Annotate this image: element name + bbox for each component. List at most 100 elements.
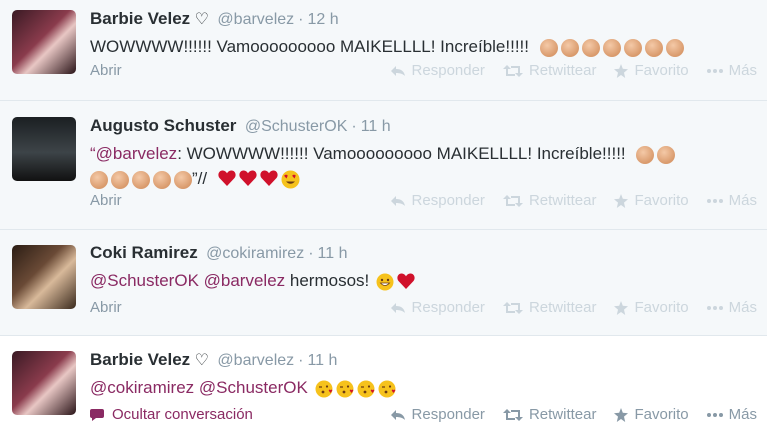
clapping-hands-emoji [657,145,676,164]
avatar[interactable] [12,117,76,181]
heart-symbol: ♡ [194,11,209,28]
username[interactable]: @barvelez [217,352,294,369]
avatar[interactable] [12,10,76,74]
tweet-2[interactable]: Augusto Schuster @SchusterOK · 11 h “@barv… [0,101,767,230]
more-label: Más [728,299,757,316]
favorite-label: Favorito [634,62,689,79]
reply-label: Responder [411,62,485,79]
kiss-face-emoji [336,380,354,398]
tweet-4[interactable]: Barbie Velez ♡ @barvelez · 11 h @cokiramir… [0,336,767,431]
more-dots-icon [706,68,723,73]
retweet-icon [502,64,523,77]
mention-link[interactable]: @SchusterOK [199,378,308,397]
tweet-1[interactable]: Barbie Velez ♡ @barvelez · 12 h WOWWWW!!!!… [0,0,767,101]
more-button[interactable]: Más [706,62,757,79]
more-label: Más [728,406,757,423]
more-label: Más [728,62,757,79]
avatar[interactable] [12,245,76,309]
reply-icon [390,65,405,76]
star-icon [614,63,629,78]
timestamp[interactable]: 12 h [307,11,338,28]
fullname[interactable]: Barbie Velez [90,350,190,369]
more-button[interactable]: Más [706,299,757,316]
retweet-button[interactable]: Retwittear [502,406,596,423]
reply-label: Responder [411,299,485,316]
reply-label: Responder [411,192,485,209]
expand-link[interactable]: Abrir [90,299,122,316]
retweet-label: Retwittear [528,62,597,79]
avatar[interactable] [12,351,76,415]
red-heart-emoji [218,170,236,187]
mention-link[interactable]: @SchusterOK [90,271,199,290]
tweet-3[interactable]: Coki Ramirez @cokiramirez · 11 h @Schuster… [0,230,767,336]
favorite-button[interactable]: Favorito [614,299,689,316]
clapping-hands-emoji [602,38,621,57]
favorite-button[interactable]: Favorito [614,406,689,423]
reply-button[interactable]: Responder [390,406,485,423]
timestamp[interactable]: 11 h [318,245,348,262]
timeline: Barbie Velez ♡ @barvelez · 12 h WOWWWW!!!!… [0,0,767,431]
hide-conversation-link[interactable]: Ocultar conversación [90,406,253,423]
favorite-button[interactable]: Favorito [614,62,689,79]
more-button[interactable]: Más [706,192,757,209]
clapping-hands-emoji [111,170,129,189]
mention-link[interactable]: @barvelez [96,144,178,163]
tweet-text: “@barvelez: WOWWWW!!!!!! Vamooooooooo MA… [90,141,757,166]
star-icon [614,193,629,208]
retweet-button[interactable]: Retwittear [502,192,597,209]
fullname[interactable]: Augusto Schuster [90,116,236,135]
retweet-button[interactable]: Retwittear [502,62,597,79]
red-heart-emoji [239,170,257,187]
emoji-row [90,170,192,189]
tweet-header: Coki Ramirez @cokiramirez · 11 h [90,242,757,264]
username[interactable]: @barvelez [217,11,294,28]
tweet-text: WOWWWW!!!!!! Vamooooooooo MAIKELLLL! Inc… [90,34,757,59]
tweet-text-body: hermosos! [285,271,370,290]
reply-button[interactable]: Responder [390,62,485,79]
reply-icon [390,195,405,206]
hide-conversation-label: Ocultar conversación [112,406,253,423]
reply-button[interactable]: Responder [390,299,485,316]
mention-link[interactable]: @cokiramirez [90,378,194,397]
clapping-hands-emoji [539,38,558,57]
separator-dot: · [351,118,357,135]
favorite-button[interactable]: Favorito [614,192,689,209]
clapping-hands-emoji [581,38,600,57]
mention-link[interactable]: @barvelez [204,271,286,290]
fullname[interactable]: Coki Ramirez [90,243,198,262]
timestamp[interactable]: 11 h [307,352,337,369]
tweet-actions: Abrir Responder Retwittear Favorito Más [90,299,757,323]
speech-bubble-icon [90,408,104,421]
kiss-face-emoji [378,380,396,398]
expand-link[interactable]: Abrir [90,62,122,79]
retweet-icon [502,301,523,314]
more-label: Más [728,192,757,209]
username[interactable]: @SchusterOK [245,118,348,135]
tweet-text-body: WOWWWW!!!!!! Vamooooooooo MAIKELLLL! Inc… [90,37,530,56]
username[interactable]: @cokiramirez [206,245,304,262]
tweet-header: Barbie Velez ♡ @barvelez · 12 h [90,8,757,30]
clapping-hands-emoji [623,38,642,57]
tweet-text: @cokiramirez @SchusterOK [90,375,757,400]
separator-dot: · [308,245,314,262]
emoji-row [315,380,396,398]
emoji-row [636,145,676,164]
retweet-label: Retwittear [528,192,597,209]
timestamp[interactable]: 11 h [361,118,391,135]
emoji-row [218,170,300,189]
reply-button[interactable]: Responder [390,192,485,209]
tweet-text: @SchusterOK @barvelez hermosos! [90,268,757,293]
more-button[interactable]: Más [706,406,757,423]
tweet-text-body: : WOWWWW!!!!!! Vamooooooooo MAIKELLLL! I… [177,144,626,163]
expand-link[interactable]: Abrir [90,192,122,209]
quote-close: ”// [192,169,208,188]
fullname[interactable]: Barbie Velez [90,9,190,28]
clapping-hands-emoji [644,38,663,57]
more-dots-icon [706,412,723,417]
clapping-hands-emoji [153,170,171,189]
emoji-row [376,272,415,291]
retweet-icon [502,408,523,421]
reply-icon [390,409,405,420]
grinning-face-emoji [376,273,394,291]
retweet-button[interactable]: Retwittear [502,299,596,316]
